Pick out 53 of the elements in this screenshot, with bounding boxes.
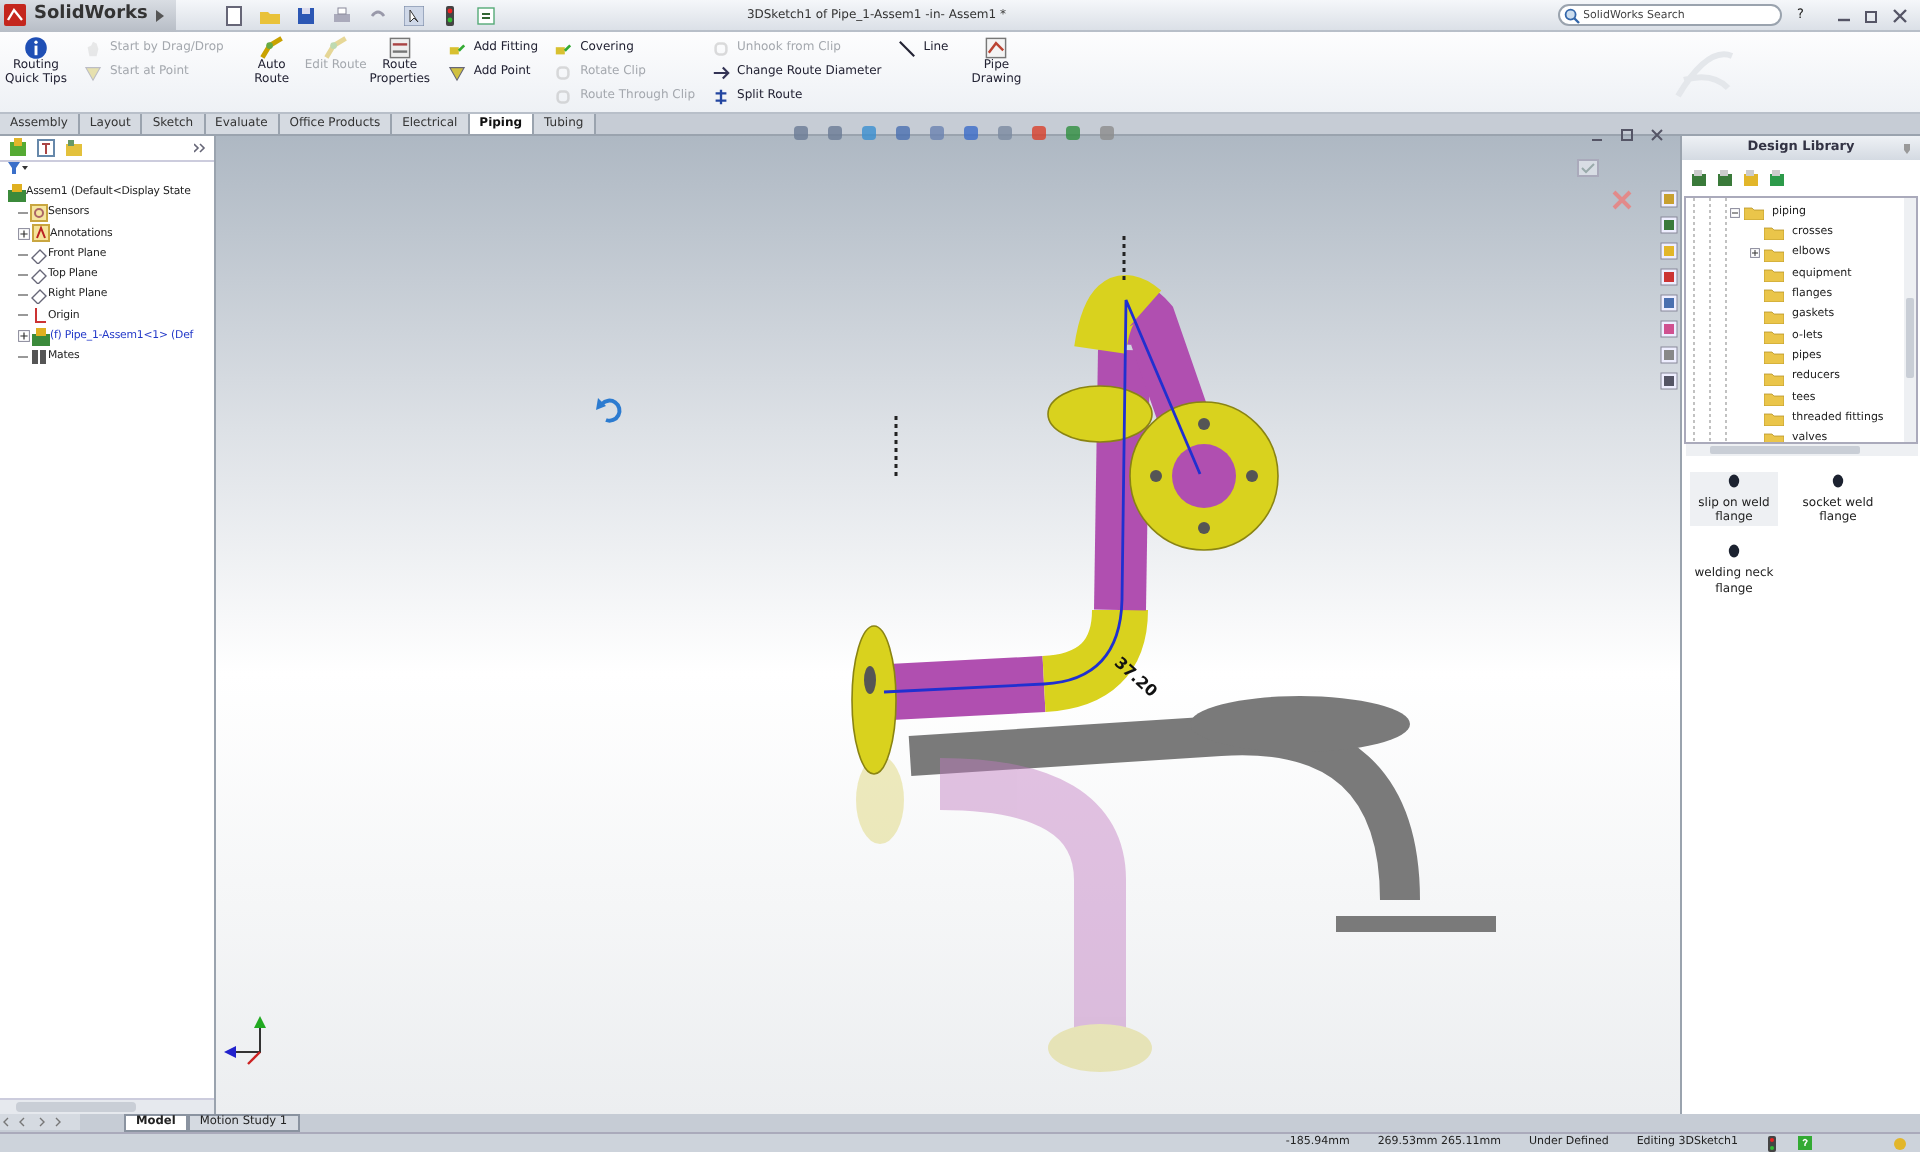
horizontal-scrollbar-icon[interactable]	[1686, 444, 1918, 456]
route-icon	[323, 36, 348, 60]
drawing-icon	[984, 36, 1009, 60]
close-icon[interactable]	[1650, 128, 1664, 142]
info-icon	[24, 36, 48, 60]
search-icon	[1563, 7, 1580, 23]
coordinate-triad-icon	[224, 1016, 266, 1065]
save-icon[interactable]	[295, 5, 316, 25]
select-pointer-icon[interactable]	[403, 5, 424, 25]
logo-icon	[4, 4, 26, 26]
filter-icon[interactable]	[8, 162, 28, 176]
rebuild-icon[interactable]	[1766, 1135, 1778, 1151]
properties-icon	[387, 36, 412, 60]
restore-icon[interactable]	[1620, 128, 1634, 142]
configuration-icon[interactable]	[64, 138, 84, 158]
confirm-icon[interactable]	[1576, 158, 1600, 182]
rotate-icon[interactable]	[596, 398, 622, 423]
fitting-icon	[447, 39, 466, 57]
pin-icon[interactable]	[1900, 141, 1914, 155]
menu-arrow-icon[interactable]	[155, 9, 164, 21]
point-icon	[447, 63, 466, 81]
options-icon[interactable]	[475, 5, 496, 25]
help-icon[interactable]	[1798, 1136, 1812, 1150]
mates-icon	[30, 348, 48, 367]
new-document-icon[interactable]	[223, 5, 244, 25]
close-icon[interactable]	[1892, 7, 1908, 23]
point-icon	[84, 63, 102, 81]
expand-toggle-icon[interactable]	[1750, 248, 1760, 259]
annotation-icon	[32, 224, 50, 243]
flange-icon	[1832, 474, 1844, 488]
flange-icon	[1728, 474, 1740, 488]
assembly-icon	[32, 327, 50, 346]
collapse-toggle-icon[interactable]	[1730, 207, 1740, 218]
split-icon	[711, 87, 730, 105]
property-icon[interactable]	[36, 138, 56, 158]
vertical-scrollbar-icon[interactable]	[1904, 198, 1916, 442]
tab-navigation-icon[interactable]	[0, 1114, 80, 1130]
expand-toggle-icon[interactable]	[18, 227, 30, 240]
route-sketch-line[interactable]	[883, 298, 1202, 694]
line-icon	[897, 39, 916, 57]
app-name: SolidWorks	[34, 4, 148, 26]
flange-icon	[1728, 544, 1740, 559]
route-icon	[259, 36, 284, 60]
expand-chevron-icon[interactable]	[194, 142, 206, 154]
fitting-icon	[554, 39, 573, 57]
sensor-icon	[30, 203, 48, 222]
assembly-icon	[8, 183, 26, 202]
print-icon[interactable]	[331, 5, 352, 25]
restore-icon[interactable]	[1864, 7, 1880, 23]
diameter-icon	[711, 63, 730, 81]
new-folder-icon[interactable]	[1742, 169, 1760, 187]
origin-icon	[30, 306, 48, 325]
expand-toggle-icon[interactable]	[18, 330, 30, 343]
